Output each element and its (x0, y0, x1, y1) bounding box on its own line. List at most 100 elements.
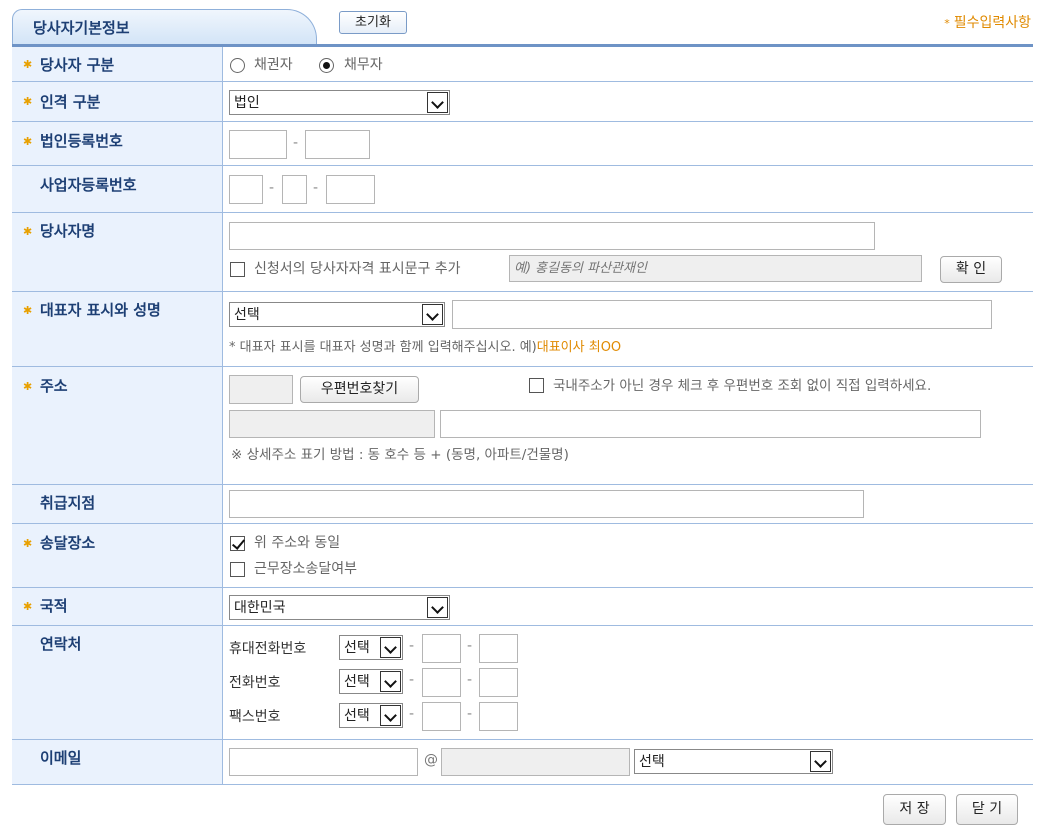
foreign-address-checkbox[interactable] (529, 378, 544, 393)
dash: - (269, 180, 275, 196)
same-address-checkbox[interactable] (230, 536, 245, 551)
chevron-down-icon (810, 751, 831, 772)
person-type-label: 인격 구분 (40, 93, 101, 111)
nationality-label: 국적 (40, 597, 68, 615)
dash: - (409, 638, 415, 654)
required-star-icon: ✱ (23, 600, 33, 613)
required-star-icon: ✱ (23, 225, 33, 238)
mobile-last-input[interactable] (479, 634, 518, 663)
label-cell: ✱ 송달장소 (12, 524, 223, 587)
label-cell: ✱ 법인등록번호 (12, 122, 223, 165)
radio-creditor[interactable] (230, 58, 245, 73)
chevron-down-icon (380, 637, 401, 658)
address-base-input[interactable] (229, 410, 435, 438)
reset-button[interactable]: 초기화 (339, 11, 407, 34)
fax-last-input[interactable] (479, 702, 518, 731)
mobile-label: 휴대전화번호 (229, 641, 307, 657)
radio-creditor-label: 채권자 (254, 57, 293, 73)
close-button[interactable]: 닫 기 (956, 794, 1018, 825)
nationality-select[interactable]: 대한민국 (229, 595, 450, 620)
representative-note-example: 대표이사 최OO (536, 340, 622, 355)
representative-note-text: * 대표자 표시를 대표자 성명과 함께 입력해주십시오. 예) (229, 340, 537, 355)
phone-last-input[interactable] (479, 668, 518, 697)
biz-reg-no-part1-input[interactable] (229, 175, 263, 204)
address-detail-input[interactable] (440, 410, 981, 438)
required-note-text: 필수입력사항 (953, 15, 1031, 31)
chevron-down-icon (427, 92, 448, 113)
fax-middle-input[interactable] (422, 702, 461, 731)
representative-name-input[interactable] (452, 300, 992, 329)
label-cell: ✱ 주소 (12, 367, 223, 484)
phone-prefix-value: 선택 (344, 674, 370, 690)
email-domain-input[interactable] (441, 748, 630, 776)
zipcode-search-button[interactable]: 우편번호찾기 (300, 376, 419, 403)
zipcode-input[interactable] (229, 375, 293, 404)
workplace-delivery-label: 근무장소송달여부 (254, 561, 358, 577)
add-phrase-checkbox[interactable] (230, 262, 245, 277)
party-name-label: 당사자명 (40, 222, 96, 240)
row-party-name: ✱ 당사자명 신청서의 당사자자격 표시문구 추가 확 인 (12, 213, 1033, 292)
chevron-down-icon (422, 304, 443, 325)
row-representative: ✱ 대표자 표시와 성명 선택 * 대표자 표시를 대표자 성명과 함께 입력해… (12, 292, 1033, 367)
corp-reg-no-label: 법인등록번호 (40, 132, 123, 150)
party-name-input[interactable] (229, 222, 875, 250)
biz-reg-no-part2-input[interactable] (282, 175, 307, 204)
phrase-input[interactable] (509, 255, 922, 282)
required-star-icon: ✱ (23, 95, 33, 108)
corp-reg-no-part1-input[interactable] (229, 130, 287, 159)
row-email: 이메일 @ 선택 (12, 740, 1033, 785)
fax-label: 팩스번호 (229, 709, 281, 725)
email-at-sign: @ (424, 752, 438, 768)
row-nationality: ✱ 국적 대한민국 (12, 588, 1033, 626)
email-domain-select[interactable]: 선택 (634, 749, 833, 774)
address-label: 주소 (40, 377, 68, 395)
row-person-type: ✱ 인격 구분 법인 (12, 82, 1033, 122)
branch-input[interactable] (229, 490, 864, 518)
biz-reg-no-label: 사업자등록번호 (40, 176, 137, 194)
label-cell: ✱ 대표자 표시와 성명 (12, 292, 223, 366)
dash: - (467, 706, 473, 722)
email-id-input[interactable] (229, 748, 418, 776)
representative-note: * 대표자 표시를 대표자 성명과 함께 입력해주십시오. 예)대표이사 최OO (229, 336, 621, 355)
label-cell: 사업자등록번호 (12, 166, 223, 212)
row-biz-reg-no: 사업자등록번호 - - (12, 166, 1033, 213)
fax-prefix-value: 선택 (344, 708, 370, 724)
fax-prefix-select[interactable]: 선택 (339, 703, 403, 728)
workplace-delivery-checkbox[interactable] (230, 562, 245, 577)
representative-title-select[interactable]: 선택 (229, 302, 445, 327)
dash: - (409, 672, 415, 688)
delivery-label: 송달장소 (40, 534, 96, 552)
label-cell: ✱ 국적 (12, 588, 223, 625)
email-domain-value: 선택 (639, 754, 665, 770)
mobile-prefix-select[interactable]: 선택 (339, 635, 403, 660)
radio-debtor[interactable] (319, 58, 334, 73)
dash: - (313, 180, 319, 196)
required-star-icon: ✱ (23, 380, 33, 393)
required-star-icon: ✱ (23, 304, 33, 317)
required-star-icon: ✱ (23, 537, 33, 550)
required-star-icon: * (944, 17, 950, 30)
required-fields-note: * 필수입력사항 (944, 12, 1031, 32)
label-cell: ✱ 인격 구분 (12, 82, 223, 121)
person-type-select[interactable]: 법인 (229, 90, 450, 115)
phone-label: 전화번호 (229, 675, 281, 691)
label-cell: ✱ 당사자 구분 (12, 47, 223, 81)
dash: - (467, 672, 473, 688)
representative-label: 대표자 표시와 성명 (40, 301, 161, 319)
corp-reg-no-part2-input[interactable] (305, 130, 370, 159)
biz-reg-no-part3-input[interactable] (326, 175, 375, 204)
phone-middle-input[interactable] (422, 668, 461, 697)
phone-prefix-select[interactable]: 선택 (339, 669, 403, 694)
nationality-value: 대한민국 (234, 600, 286, 616)
save-button[interactable]: 저 장 (883, 794, 946, 825)
branch-label: 취급지점 (40, 494, 96, 512)
contact-label: 연락처 (40, 635, 82, 653)
required-star-icon: ✱ (23, 135, 33, 148)
section-tab-title: 당사자기본정보 (12, 9, 317, 45)
representative-title-value: 선택 (234, 307, 260, 323)
confirm-button[interactable]: 확 인 (940, 256, 1002, 283)
label-cell: 이메일 (12, 740, 223, 785)
dash: - (467, 638, 473, 654)
address-detail-note: ※ 상세주소 표기 방법 : 동 호수 등 + (동명, 아파트/건물명) (231, 447, 569, 463)
mobile-middle-input[interactable] (422, 634, 461, 663)
